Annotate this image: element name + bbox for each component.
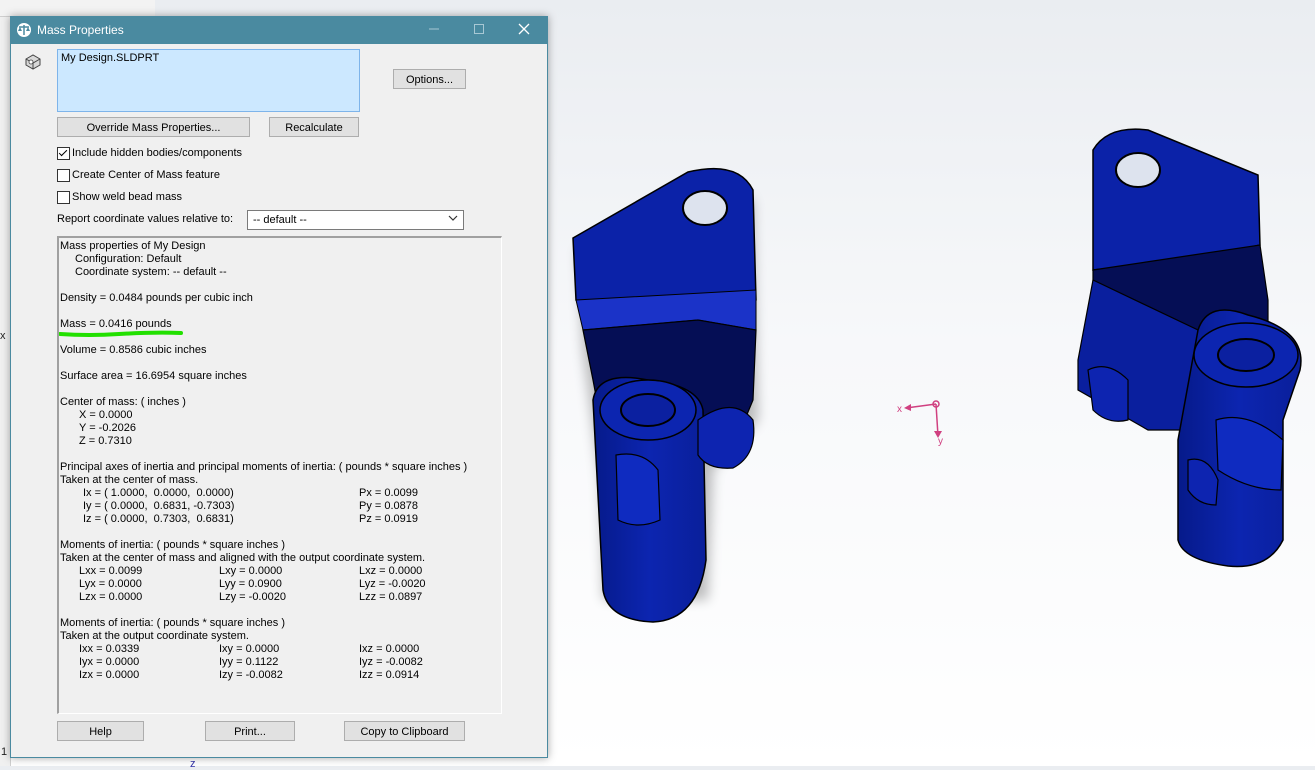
weld-bead-checkbox[interactable]: [57, 191, 70, 204]
com-z: Z = 0.7310: [79, 435, 132, 447]
mass-properties-dialog: Mass Properties My Design.SLDPRT Options…: [10, 16, 548, 758]
center-of-mass-label: Create Center of Mass feature: [72, 169, 220, 181]
com-y: Y = -0.2026: [79, 422, 136, 434]
triad-y-label: y: [938, 436, 943, 447]
weld-bead-label: Show weld bead mass: [72, 191, 183, 203]
moi-value: Ixz = 0.0000: [359, 643, 420, 655]
minimize-icon: [428, 28, 439, 30]
coordinate-system-value: -- default --: [253, 214, 307, 226]
moi-value: Lxz = 0.0000: [359, 565, 423, 577]
moi-value: Lyx = 0.0000: [79, 578, 142, 590]
dialog-titlebar[interactable]: Mass Properties: [11, 17, 547, 44]
moi-value: Lyy = 0.0900: [219, 578, 282, 590]
principal-axes-title: Principal axes of inertia and principal …: [60, 461, 468, 473]
moi-value: Izx = 0.0000: [79, 669, 140, 681]
com-x: X = 0.0000: [79, 409, 133, 421]
part-selection-icon: [25, 54, 41, 70]
triad-x-label: x: [897, 404, 902, 415]
viewport-canvas: x y: [572, 128, 1302, 623]
dialog-title: Mass Properties: [37, 23, 124, 37]
coordinate-triad: x y: [897, 400, 943, 447]
moi-value: Lzy = -0.0020: [219, 591, 286, 603]
report-coordinate-label: Report coordinate values relative to:: [57, 213, 234, 225]
moi-output-title: Moments of inertia: ( pounds * square in…: [60, 617, 286, 629]
moi-value: Lxy = 0.0000: [219, 565, 283, 577]
edge-glyph: x: [0, 330, 6, 342]
density-line: Density = 0.0484 pounds per cubic inch: [60, 292, 253, 304]
copy-to-clipboard-button[interactable]: Copy to Clipboard: [344, 721, 465, 741]
moi-com-title: Moments of inertia: ( pounds * square in…: [60, 539, 286, 551]
close-icon: [518, 23, 529, 35]
moi-value: Iyx = 0.0000: [79, 656, 140, 668]
minimize-button[interactable]: [411, 17, 456, 44]
coordinate-system-line: Coordinate system: -- default --: [75, 266, 227, 278]
close-button[interactable]: [501, 17, 546, 44]
options-button[interactable]: Options...: [393, 69, 466, 89]
moi-value: Lzz = 0.0897: [359, 591, 423, 603]
results-text-area[interactable]: Mass properties of My Design Configurati…: [57, 236, 502, 714]
moi-value: Izy = -0.0082: [219, 669, 283, 681]
print-button[interactable]: Print...: [205, 721, 295, 741]
principal-axis: Iy = ( 0.0000, 0.6831, -0.7303): [83, 500, 235, 512]
moi-value: Lyz = -0.0020: [359, 578, 426, 590]
override-mass-properties-button[interactable]: Override Mass Properties...: [57, 117, 250, 137]
principal-moment: Py = 0.0878: [359, 500, 419, 512]
help-button[interactable]: Help: [57, 721, 144, 741]
moi-value: Iyy = 0.1122: [219, 656, 279, 668]
principal-axis: Ix = ( 1.0000, 0.0000, 0.0000): [83, 487, 234, 499]
moi-value: Ixy = 0.0000: [219, 643, 280, 655]
coordinate-system-select[interactable]: -- default --: [247, 210, 464, 230]
recalculate-button[interactable]: Recalculate: [269, 117, 359, 137]
moi-output-subtitle: Taken at the output coordinate system.: [60, 630, 249, 642]
surface-area-line: Surface area = 16.6954 square inches: [60, 370, 247, 382]
moi-value: Izz = 0.0914: [359, 669, 420, 681]
include-hidden-label: Include hidden bodies/components: [72, 147, 243, 159]
part-model-left[interactable]: [572, 167, 758, 623]
center-of-mass-checkbox[interactable]: [57, 169, 70, 182]
scale-icon: [17, 23, 31, 37]
background-toolbar-strip: [0, 0, 155, 17]
principal-moment: Px = 0.0099: [359, 487, 419, 499]
principal-axis: Iz = ( 0.0000, 0.7303, 0.6831): [83, 513, 234, 525]
selected-item[interactable]: My Design.SLDPRT: [61, 52, 159, 64]
volume-line: Volume = 0.8586 cubic inches: [60, 344, 207, 356]
chevron-down-icon: [448, 215, 458, 221]
edge-glyph: 1: [1, 746, 8, 758]
moi-value: Iyz = -0.0082: [359, 656, 423, 668]
mass-line: Mass = 0.0416 pounds: [60, 318, 172, 330]
configuration-line: Configuration: Default: [75, 253, 182, 265]
maximize-icon: [473, 24, 484, 34]
mass-highlight-stroke: [59, 330, 183, 337]
moi-value: Lxx = 0.0099: [79, 565, 143, 577]
include-hidden-checkbox[interactable]: [57, 147, 70, 160]
edge-glyph: z: [190, 758, 196, 770]
selected-items-list[interactable]: My Design.SLDPRT: [57, 49, 360, 112]
moi-com-subtitle: Taken at the center of mass and aligned …: [60, 552, 426, 564]
moi-value: Lzx = 0.0000: [79, 591, 143, 603]
part-model-right[interactable]: [1077, 128, 1302, 568]
principal-axes-subtitle: Taken at the center of mass.: [60, 474, 199, 486]
center-of-mass-title: Center of mass: ( inches ): [60, 396, 186, 408]
graphics-viewport[interactable]: x y: [548, 0, 1315, 766]
results-header: Mass properties of My Design: [60, 240, 206, 252]
moi-value: Ixx = 0.0339: [79, 643, 140, 655]
principal-moment: Pz = 0.0919: [359, 513, 419, 525]
maximize-button[interactable]: [456, 17, 501, 44]
